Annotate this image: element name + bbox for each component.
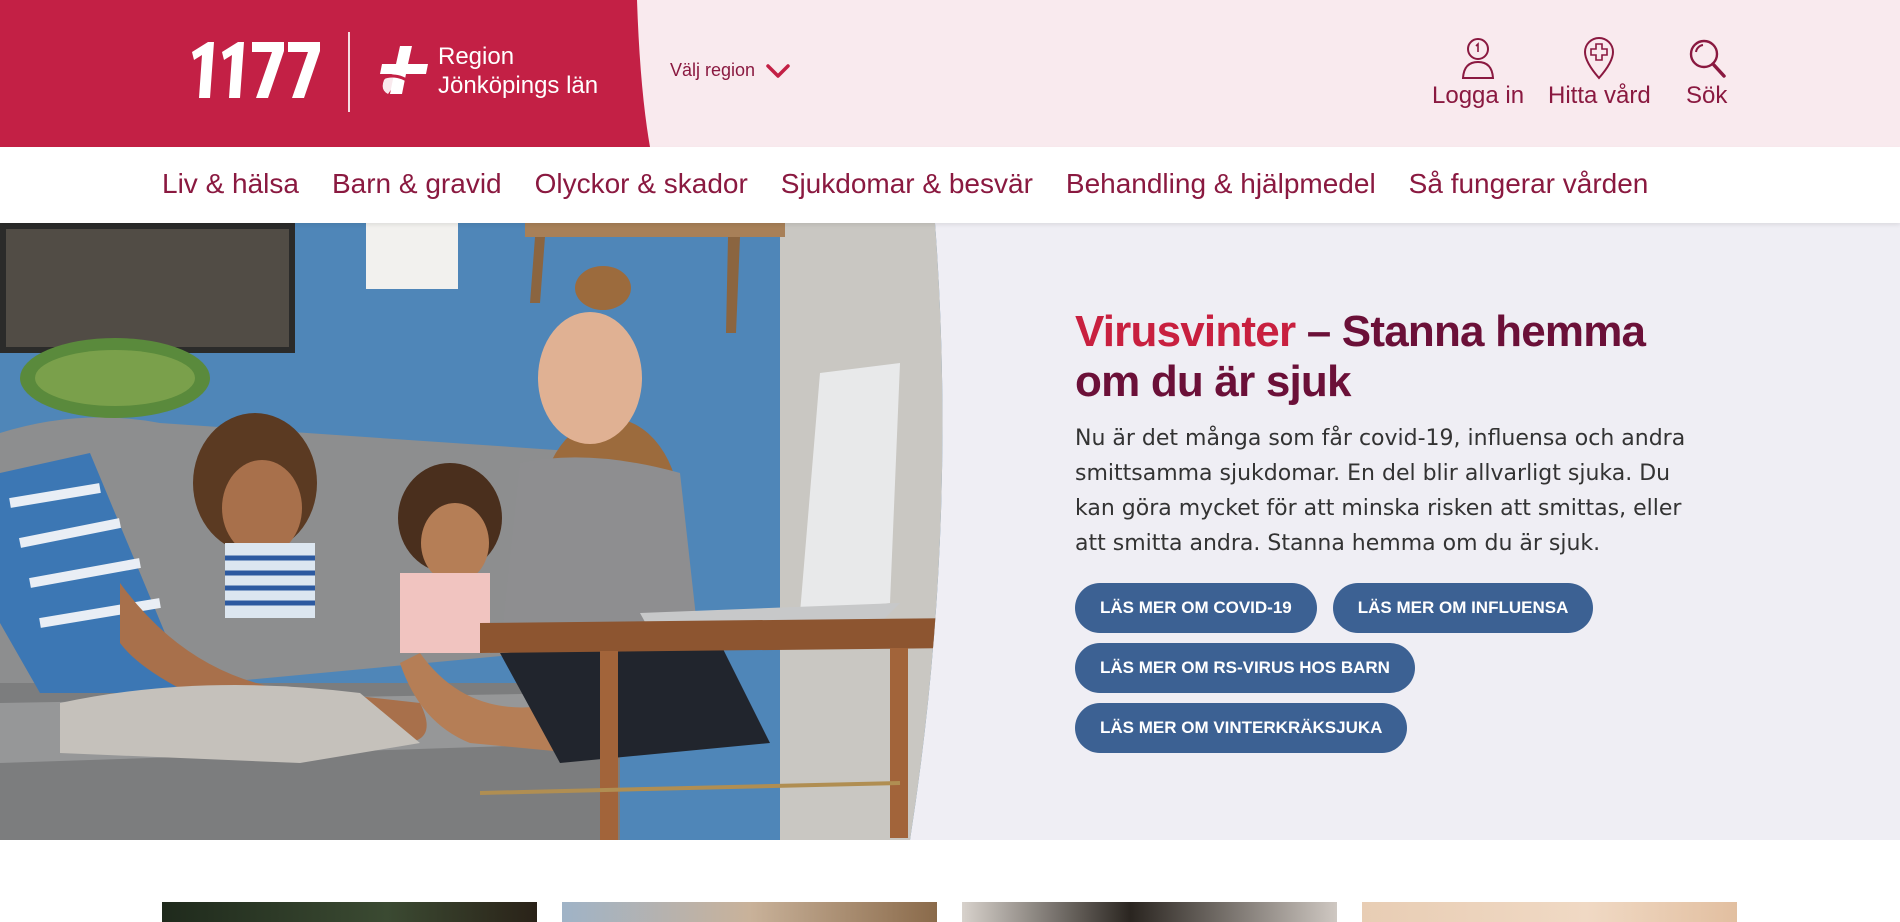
influensa-button[interactable]: LÄS MER OM INFLUENSA bbox=[1332, 583, 1594, 633]
hero-title-accent: Virusvinter bbox=[1075, 307, 1296, 356]
hero-content: Virusvinter – Stanna hemma om du är sjuk… bbox=[1075, 307, 1715, 763]
login-button[interactable]: Logga in bbox=[1432, 36, 1524, 110]
vinterkraksjuka-button[interactable]: LÄS MER OM VINTERKRÄKSJUKA bbox=[1075, 703, 1408, 753]
covid-19-button[interactable]: LÄS MER OM COVID-19 bbox=[1075, 583, 1317, 633]
nav-item-behandling-hjalpmedel[interactable]: Behandling & hjälpmedel bbox=[1066, 167, 1376, 201]
search-label: Sök bbox=[1686, 82, 1728, 109]
nav-item-olyckor-skador[interactable]: Olyckor & skador bbox=[535, 167, 748, 201]
user-icon bbox=[1461, 38, 1495, 79]
card-image-3[interactable] bbox=[962, 902, 1337, 922]
find-care-label: Hitta vård bbox=[1548, 82, 1651, 109]
region-name: Region Jönköpings län bbox=[438, 42, 598, 100]
region-line2: Jönköpings län bbox=[438, 72, 599, 99]
card-image-1[interactable] bbox=[162, 902, 537, 922]
card-image-2[interactable] bbox=[562, 902, 937, 922]
site-header: Region Jönköpings län Välj region Logga … bbox=[0, 0, 1900, 147]
logo-divider bbox=[348, 32, 350, 112]
nav-item-barn-gravid[interactable]: Barn & gravid bbox=[332, 167, 502, 201]
rs-virus-button[interactable]: LÄS MER OM RS-VIRUS HOS BARN bbox=[1075, 643, 1415, 693]
card-image-4[interactable] bbox=[1362, 902, 1737, 922]
location-pin-icon bbox=[1584, 37, 1615, 80]
region-line1: Region bbox=[438, 43, 515, 70]
logo-1177[interactable] bbox=[188, 38, 320, 102]
hero-title: Virusvinter – Stanna hemma om du är sjuk bbox=[1075, 307, 1715, 407]
region-select[interactable]: Välj region bbox=[670, 60, 791, 81]
hero-banner: Virusvinter – Stanna hemma om du är sjuk… bbox=[0, 223, 1900, 840]
nav-item-sa-fungerar-varden[interactable]: Så fungerar vården bbox=[1409, 167, 1649, 201]
card-row bbox=[162, 902, 1738, 922]
nav-item-liv-halsa[interactable]: Liv & hälsa bbox=[162, 167, 299, 201]
search-button[interactable]: Sök bbox=[1686, 36, 1727, 110]
region-cross-logo bbox=[380, 46, 428, 94]
login-label: Logga in bbox=[1432, 82, 1525, 109]
chevron-down-icon bbox=[766, 63, 790, 78]
hero-button-group: LÄS MER OM COVID-19 LÄS MER OM INFLUENSA… bbox=[1075, 583, 1675, 763]
family-on-sofa-photo bbox=[0, 223, 943, 840]
hero-text: Nu är det många som får covid-19, influe… bbox=[1075, 426, 1686, 556]
nav-item-sjukdomar-besvar[interactable]: Sjukdomar & besvär bbox=[781, 167, 1033, 201]
region-select-label: Välj region bbox=[670, 60, 756, 80]
search-icon bbox=[1689, 39, 1726, 78]
main-navigation: Liv & hälsa Barn & gravid Olyckor & skad… bbox=[0, 147, 1900, 223]
find-care-button[interactable]: Hitta vård bbox=[1548, 36, 1651, 110]
